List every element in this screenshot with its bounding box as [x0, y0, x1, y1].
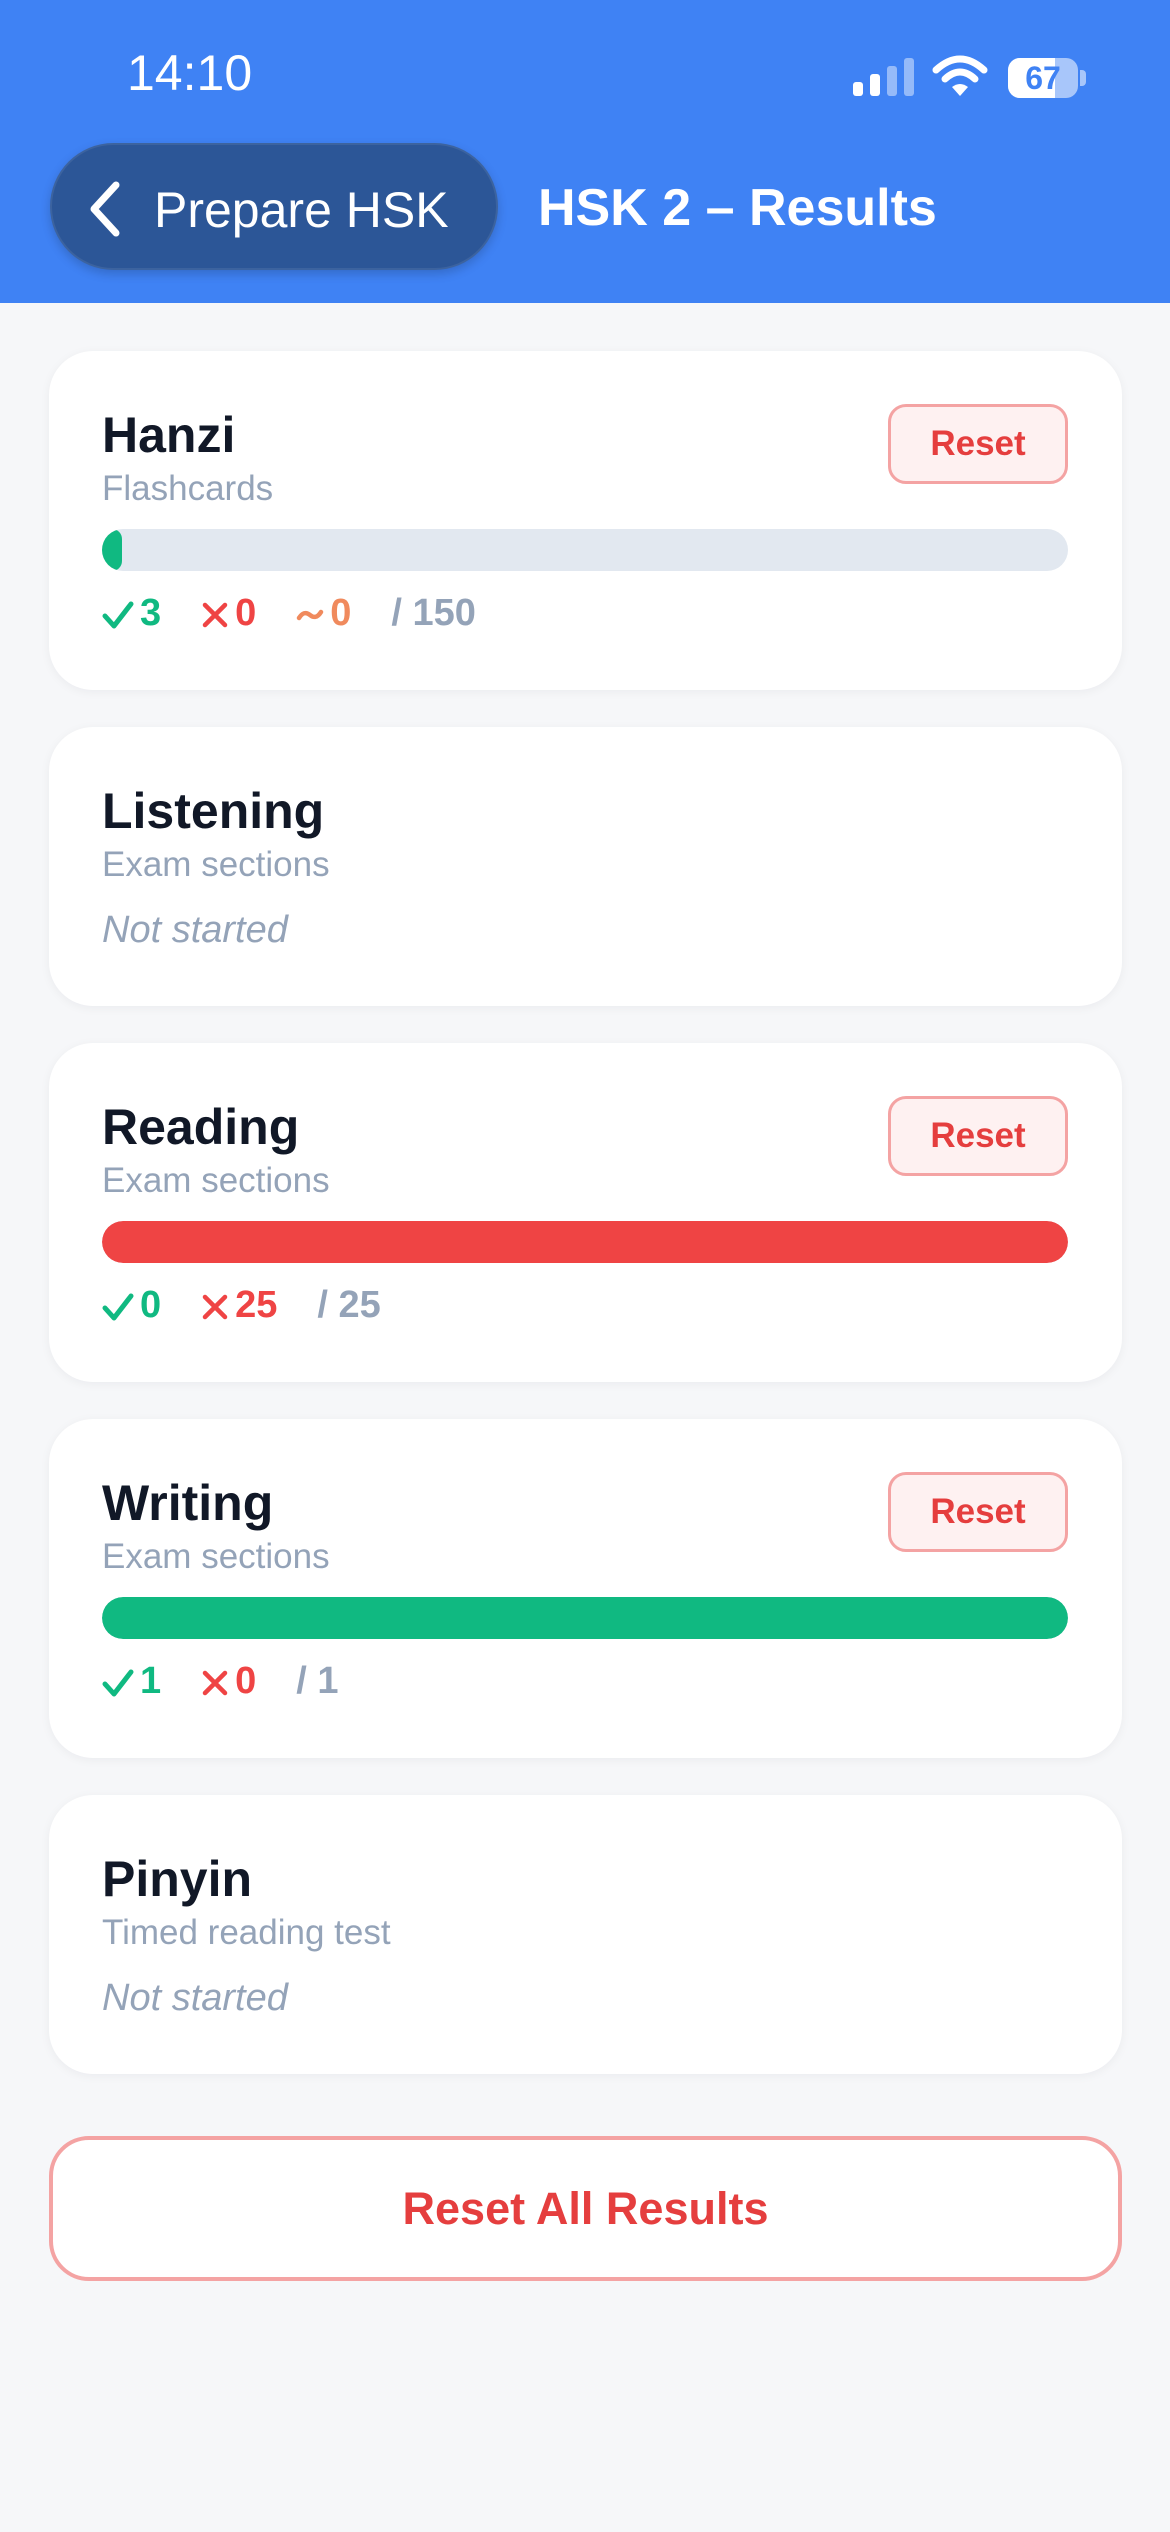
card-title: Hanzi: [102, 407, 236, 463]
cross-icon: [202, 1671, 228, 1696]
page-title: HSK 2 – Results: [538, 179, 937, 237]
wifi-icon: [932, 55, 988, 96]
status-time: 14:10: [127, 45, 253, 101]
card-subtitle: Exam sections: [102, 845, 330, 884]
card-subtitle: Exam sections: [102, 1537, 330, 1576]
reset-writing-button[interactable]: Reset: [888, 1472, 1068, 1552]
total-count: / 1: [296, 1660, 339, 1703]
not-started-status: Not started: [102, 909, 288, 951]
stats-row: 0 25 / 25: [102, 1283, 421, 1339]
battery-indicator: 67: [1008, 58, 1086, 98]
stats-row: 1 0 / 1: [102, 1659, 379, 1715]
back-button-label: Prepare HSK: [154, 182, 449, 238]
card-title: Writing: [102, 1475, 274, 1531]
progress-bar: [102, 1597, 1068, 1639]
total-count: / 25: [317, 1284, 381, 1327]
card-title: Pinyin: [102, 1851, 253, 1907]
stats-row: 3 0 0/ 150: [102, 591, 516, 647]
cellular-signal-icon: [853, 58, 914, 96]
cross-icon: [202, 603, 228, 628]
back-button[interactable]: Prepare HSK: [50, 143, 498, 270]
reset-hanzi-button[interactable]: Reset: [888, 404, 1068, 484]
wrong-count: 25: [201, 1284, 277, 1327]
progress-bar: [102, 529, 1068, 571]
header-bar: 14:10 67 Prepare HSK HSK 2 – Results: [0, 0, 1170, 303]
check-icon: [102, 1293, 134, 1321]
progress-bar: [102, 1221, 1068, 1263]
result-card-writing: Writing Exam sections Reset 1 0 / 1: [49, 1419, 1122, 1758]
result-card-listening: Listening Exam sections Not started: [49, 727, 1122, 1006]
progress-correct-fill: [102, 529, 122, 571]
result-card-pinyin: Pinyin Timed reading test Not started: [49, 1795, 1122, 2074]
check-icon: [102, 601, 134, 629]
correct-count: 1: [102, 1660, 161, 1703]
card-subtitle: Flashcards: [102, 469, 274, 508]
partial-count: 0: [296, 592, 351, 635]
wrong-count: 0: [201, 1660, 256, 1703]
result-card-hanzi: Hanzi Flashcards Reset 3 0 0/ 150: [49, 351, 1122, 690]
reset-all-results-button[interactable]: Reset All Results: [49, 2136, 1122, 2281]
wrong-count: 0: [201, 592, 256, 635]
card-subtitle: Timed reading test: [102, 1913, 391, 1952]
cross-icon: [202, 1295, 228, 1320]
correct-count: 3: [102, 592, 161, 635]
progress-correct-fill: [102, 1597, 1068, 1639]
card-subtitle: Exam sections: [102, 1161, 330, 1200]
progress-wrong-fill: [102, 1221, 1068, 1263]
card-title: Listening: [102, 783, 325, 839]
result-card-reading: Reading Exam sections Reset 0 25 / 25: [49, 1043, 1122, 1382]
chevron-left-icon: [90, 181, 120, 237]
card-title: Reading: [102, 1099, 300, 1155]
tilde-icon: [297, 610, 324, 621]
battery-percentage: 67: [1025, 60, 1061, 96]
reset-reading-button[interactable]: Reset: [888, 1096, 1068, 1176]
total-count: / 150: [391, 592, 476, 635]
not-started-status: Not started: [102, 1977, 288, 2019]
correct-count: 0: [102, 1284, 161, 1327]
check-icon: [102, 1669, 134, 1697]
